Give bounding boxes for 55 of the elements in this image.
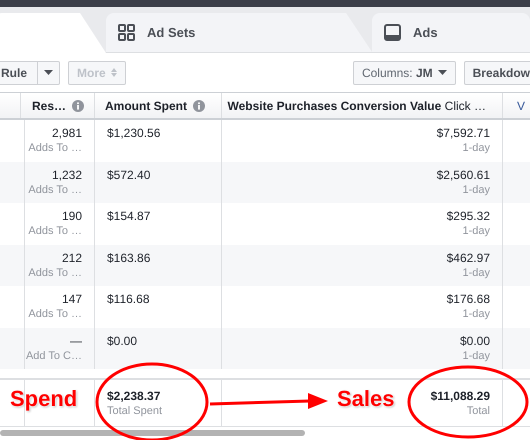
results-value: — — [70, 334, 82, 348]
total-spent: $2,238.37 — [107, 389, 162, 404]
amount-spent: $154.87 — [107, 209, 152, 224]
attribution-window: 1-day — [462, 266, 490, 280]
annotation-label: Sales — [337, 386, 394, 412]
results-value: 1,232 — [52, 168, 82, 182]
amount-spent: $572.40 — [107, 168, 152, 182]
amount-spent: $0.00 — [107, 334, 138, 348]
column-header[interactable]: Res… — [32, 98, 66, 112]
annotation-label: Spend — [10, 386, 78, 412]
conversion-value: $2,560.61 — [436, 168, 490, 182]
result-type: Add To C… — [26, 348, 82, 362]
toolbar-button[interactable]: Columns: JM — [352, 60, 456, 84]
scrollbar[interactable] — [0, 430, 305, 436]
info-icon — [193, 100, 205, 112]
amount-spent: $1,230.56 — [107, 126, 162, 141]
column-header-link[interactable]: V — [517, 98, 526, 112]
caret-icon — [44, 70, 54, 75]
amount-spent: $163.86 — [107, 250, 152, 266]
results-value: 190 — [62, 209, 82, 224]
results-value: 147 — [62, 292, 82, 307]
conversion-value: $0.00 — [460, 334, 490, 348]
total-value: $11,088.29 — [430, 389, 490, 404]
tab[interactable]: Ads — [372, 13, 530, 52]
column-header[interactable]: Amount Spent — [105, 98, 187, 112]
attribution-window: 1-day — [462, 224, 490, 238]
conversion-value: $462.97 — [446, 250, 490, 266]
caret-icon — [438, 70, 447, 75]
conversion-value: $176.68 — [446, 292, 490, 307]
tab[interactable]: Ad Sets — [106, 13, 372, 52]
amount-spent: $116.68 — [107, 292, 150, 307]
attribution-window: 1-day — [462, 348, 490, 362]
tab[interactable] — [0, 13, 106, 53]
result-type: Adds To … — [28, 224, 82, 238]
dropdown-button[interactable] — [38, 60, 60, 84]
conversion-value: $7,592.71 — [436, 126, 490, 141]
total-label: Total Spent — [107, 404, 164, 418]
toolbar-button[interactable]: Breakdow — [464, 60, 530, 84]
column-header[interactable]: Website Purchases Conversion Value Click … — [227, 98, 486, 112]
attribution-window: 1-day — [462, 182, 490, 196]
result-type: Adds To … — [28, 266, 82, 280]
rule-button[interactable]: Rule — [0, 60, 38, 84]
result-type: Adds To … — [28, 141, 82, 155]
grid-icon — [118, 24, 135, 41]
ad-icon — [384, 24, 401, 41]
sort-icon — [110, 68, 117, 77]
total-label: Total — [466, 404, 490, 418]
attribution-window: 1-day — [462, 307, 490, 321]
attribution-window: 1-day — [462, 141, 490, 155]
info-icon — [72, 100, 84, 112]
results-value: 212 — [62, 250, 82, 266]
result-type: Adds To … — [28, 182, 82, 196]
results-value: 2,981 — [52, 126, 82, 141]
conversion-value: $295.32 — [446, 209, 490, 224]
result-type: Adds To … — [28, 307, 82, 321]
